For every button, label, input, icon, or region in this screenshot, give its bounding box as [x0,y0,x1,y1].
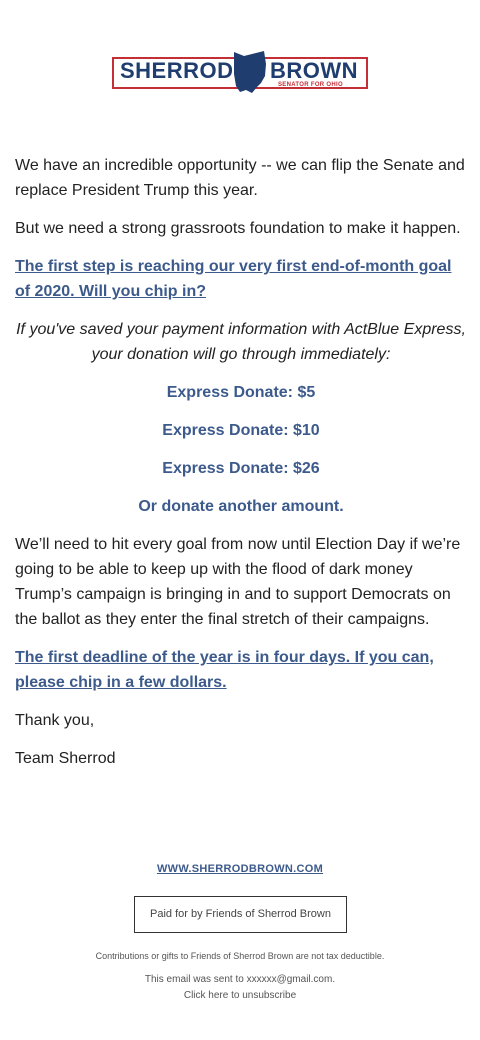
deadline-link[interactable]: The first deadline of the year is in fou… [15,649,434,691]
campaign-logo: SHERROD BROWN SENATOR FOR OHIO [112,50,368,96]
logo-subtitle: SENATOR FOR OHIO [278,82,343,88]
logo-text-brown: BROWN [270,58,359,83]
chip-in-link[interactable]: The first step is reaching our very firs… [15,258,452,300]
email-body: We have an incredible opportunity -- we … [15,153,467,784]
unsubscribe-link[interactable]: Click here to unsubscribe [0,988,480,1004]
ohio-state-icon [234,51,266,93]
donate-10-link[interactable]: Express Donate: $10 [162,422,319,439]
sent-to-text: This email was sent to xxxxxx@gmail.com. [144,974,336,985]
paragraph-opportunity: We have an incredible opportunity -- we … [15,157,465,199]
logo-header: SHERROD BROWN SENATOR FOR OHIO [0,50,480,96]
donate-26-link[interactable]: Express Donate: $26 [162,460,319,477]
donate-other-link[interactable]: Or donate another amount. [138,498,343,515]
donate-5-link[interactable]: Express Donate: $5 [167,384,316,401]
tax-disclaimer: Contributions or gifts to Friends of She… [95,951,385,961]
recipient-info: This email was sent to xxxxxx@gmail.com.… [0,972,480,1004]
actblue-note: If you've saved your payment information… [16,321,466,363]
website-link[interactable]: WWW.SHERRODBROWN.COM [0,863,480,875]
signature-text: Team Sherrod [15,750,116,767]
closing-text: Thank you, [15,712,95,729]
paragraph-election-day: We’ll need to hit every goal from now un… [15,536,461,628]
paid-for-box: Paid for by Friends of Sherrod Brown [134,896,347,933]
paragraph-grassroots: But we need a strong grassroots foundati… [15,220,461,237]
logo-text-sherrod: SHERROD [120,58,234,83]
